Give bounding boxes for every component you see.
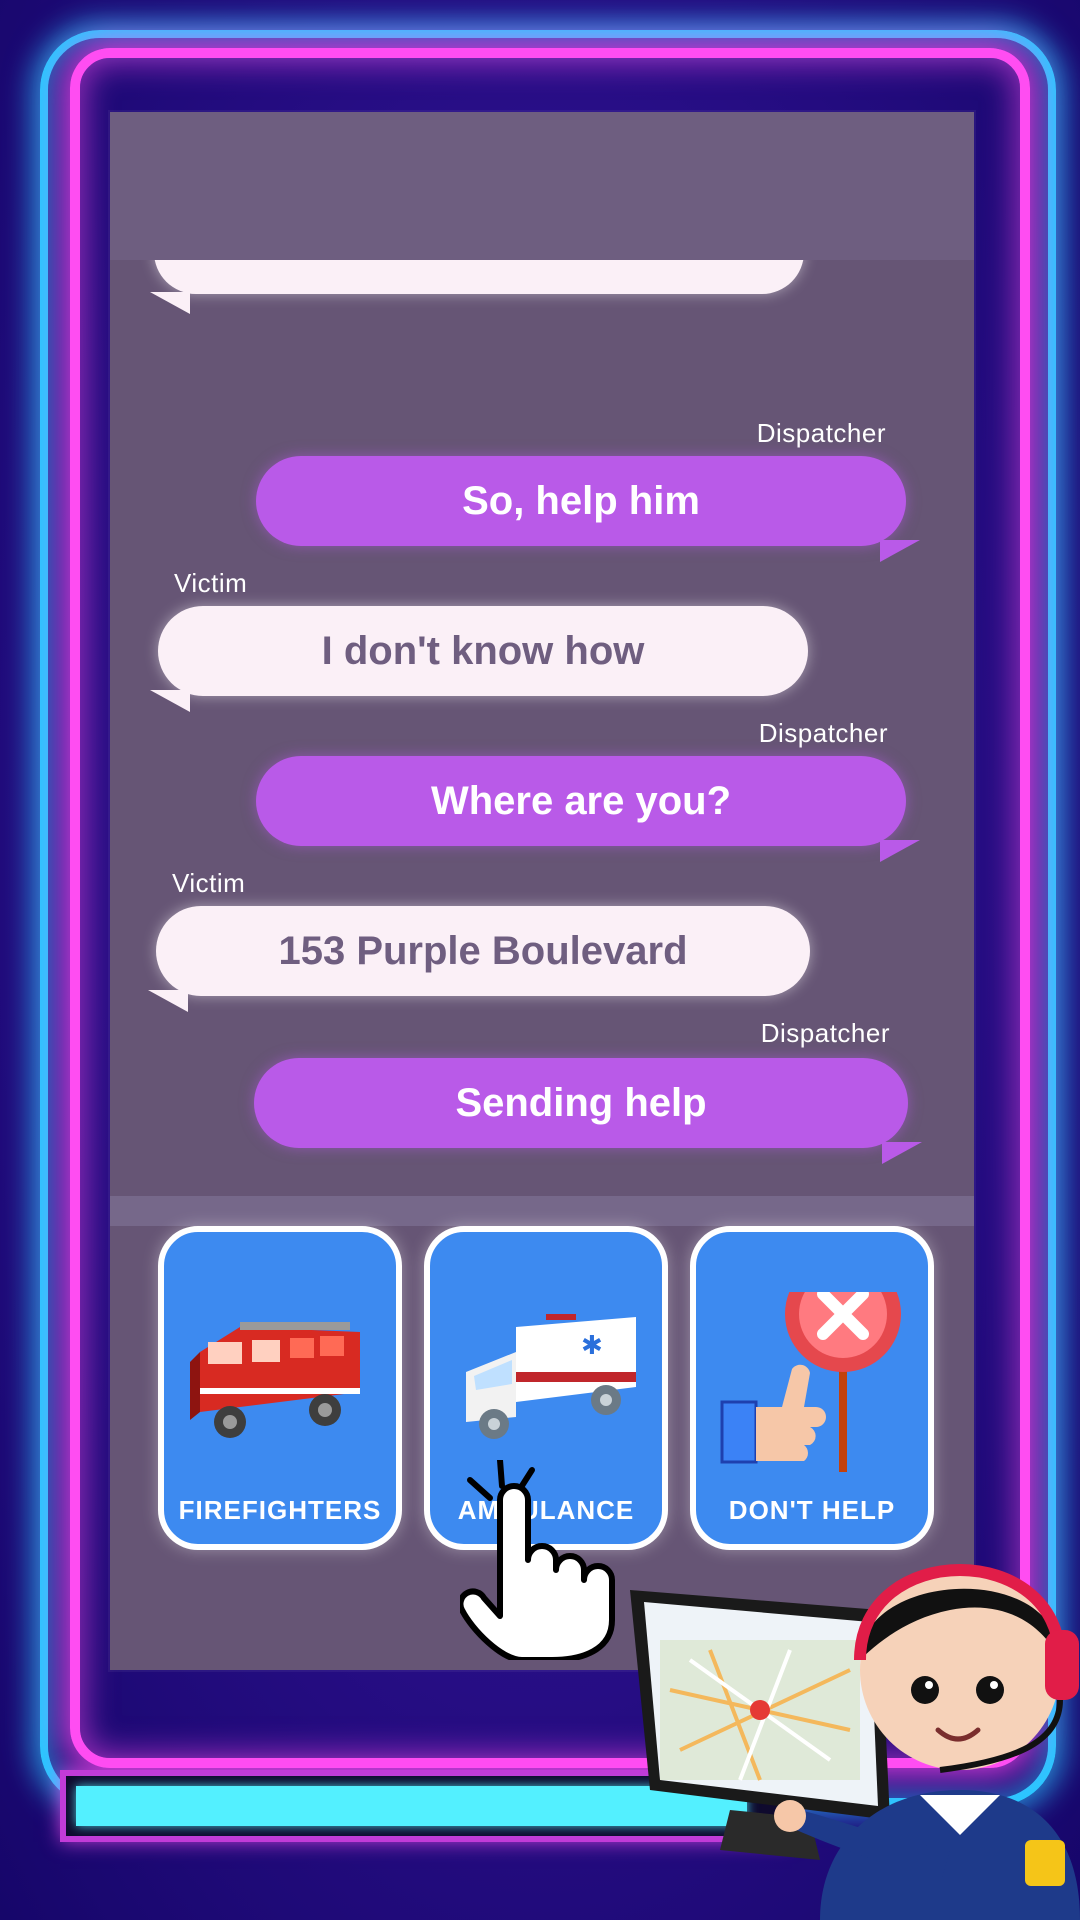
chat-bubble-dispatcher: So, help him [256, 456, 906, 546]
chat-bubble-previous [154, 260, 804, 294]
chat-area[interactable]: Dispatcher So, help him Victim I don't k… [110, 260, 974, 1196]
bubble-tail [880, 840, 920, 862]
chat-bubble-dispatcher: Sending help [254, 1058, 908, 1148]
thumb-reject-sign-icon [720, 1292, 901, 1472]
firefighters-button[interactable]: FIREFIGHTERS [158, 1226, 402, 1550]
sender-label-victim: Victim [172, 868, 246, 898]
fire-truck-icon [190, 1322, 360, 1438]
tap-hand-icon [460, 1460, 615, 1660]
chat-divider [110, 1196, 974, 1226]
sender-label-dispatcher: Dispatcher [758, 718, 888, 748]
ambulance-icon: ✱ [466, 1314, 636, 1439]
phone-header [110, 112, 974, 260]
bubble-tail [148, 990, 188, 1012]
bubble-tail [882, 1142, 922, 1164]
chat-bubble-victim: I don't know how [158, 606, 808, 696]
chat-bubble-dispatcher: Where are you? [256, 756, 906, 846]
chat-bubble-victim: 153 Purple Boulevard [156, 906, 810, 996]
firefighters-label: FIREFIGHTERS [178, 1495, 382, 1525]
dispatcher-mascot-illustration [630, 1564, 1080, 1920]
sender-label-victim: Victim [174, 568, 248, 598]
svg-text:✱: ✱ [581, 1331, 603, 1361]
bubble-tail [150, 292, 190, 314]
sender-label-dispatcher: Dispatcher [760, 1018, 890, 1048]
bubble-tail [150, 690, 190, 712]
sender-label-dispatcher: Dispatcher [756, 418, 886, 448]
bubble-tail [880, 540, 920, 562]
